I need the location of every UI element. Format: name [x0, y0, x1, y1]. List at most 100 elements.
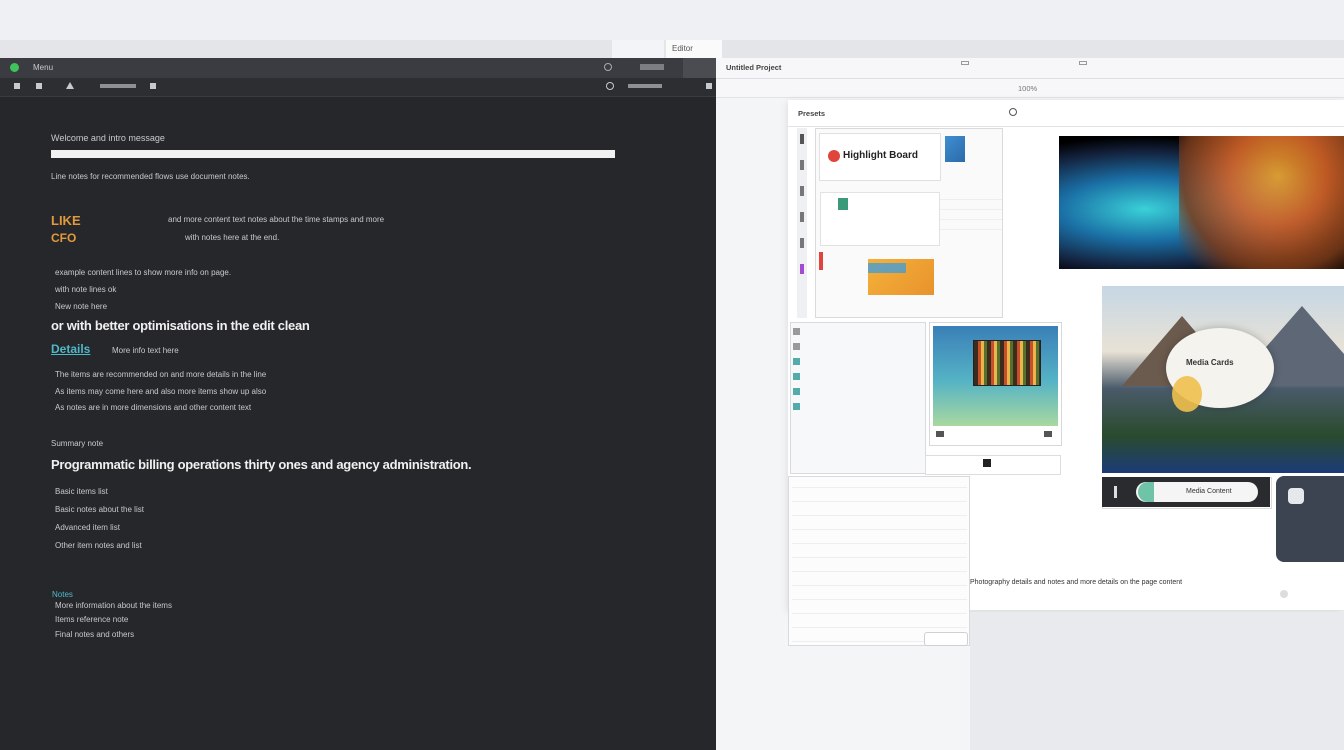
status-text: Photography details and notes and more d…	[970, 579, 1183, 586]
file-icon	[838, 198, 848, 210]
property-list	[940, 190, 1002, 316]
toolbar-control[interactable]	[640, 64, 664, 70]
preview-thumbnail[interactable]	[945, 136, 965, 162]
list-row[interactable]	[792, 548, 967, 558]
block2-line3: New note here	[55, 302, 108, 311]
layer-row[interactable]	[812, 326, 922, 335]
selection-marker	[819, 252, 823, 270]
item-list	[792, 478, 967, 642]
title-input[interactable]	[51, 150, 615, 158]
list-row[interactable]	[792, 604, 967, 614]
footer-label: Notes	[52, 590, 73, 599]
document-heading: Welcome and intro message	[51, 133, 165, 143]
search-icon[interactable]	[604, 63, 612, 71]
layer-row[interactable]	[812, 356, 922, 365]
layer-marker	[800, 264, 804, 274]
refresh-icon[interactable]	[150, 83, 156, 89]
toolbar-item[interactable]	[1079, 61, 1087, 65]
block2-line2: with note lines ok	[55, 285, 117, 294]
search-icon[interactable]	[1009, 108, 1017, 116]
layer-strip	[797, 128, 807, 318]
layer-marker	[800, 212, 804, 222]
landscape-image[interactable]: Media Cards	[1102, 286, 1344, 473]
property-row[interactable]	[940, 190, 1002, 200]
lower-canvas-area	[970, 612, 1344, 750]
list-row[interactable]	[792, 506, 967, 516]
stop-icon[interactable]	[983, 459, 991, 467]
layer-marker	[800, 238, 804, 248]
play-icon[interactable]	[936, 431, 944, 437]
block1-line2: with notes here at the end.	[185, 233, 280, 242]
caption-pill-accent	[1138, 482, 1154, 502]
menu-icon[interactable]	[14, 83, 20, 89]
layer-marker	[800, 160, 804, 170]
property-row[interactable]	[940, 200, 1002, 210]
layer-marker	[800, 134, 804, 144]
list-row[interactable]	[792, 618, 967, 628]
device-card[interactable]	[1276, 476, 1344, 562]
feature-image[interactable]	[1059, 136, 1344, 269]
layer-row[interactable]	[812, 386, 922, 395]
back-icon[interactable]	[36, 83, 42, 89]
up-arrow-icon[interactable]	[66, 82, 74, 89]
block2-headline: or with better optimisations in the edit…	[51, 318, 310, 333]
tab-editor[interactable]: Editor	[666, 40, 722, 58]
property-row[interactable]	[940, 210, 1002, 220]
media-card-title: Media Cards	[1186, 358, 1234, 367]
workspace-header	[788, 100, 1344, 127]
list-row[interactable]	[792, 562, 967, 572]
block1-label: LIKE	[51, 213, 81, 228]
highlight-card-title: Highlight Board	[843, 150, 918, 161]
caption-pill[interactable]: Media Content	[1136, 482, 1258, 502]
preview-thumbnail-icon[interactable]	[683, 58, 716, 78]
list-row[interactable]	[792, 576, 967, 586]
list-item: Basic notes about the list	[55, 505, 144, 514]
block1-line1: and more content text notes about the ti…	[168, 215, 385, 224]
property-row[interactable]	[940, 220, 1002, 230]
path-breadcrumb[interactable]	[100, 84, 136, 88]
section-headline: Programmatic billing operations thirty o…	[51, 457, 472, 472]
project-title[interactable]: Untitled Project	[726, 63, 781, 72]
layer-row[interactable]	[812, 401, 922, 410]
document-summary: Line notes for recommended flows use doc…	[51, 172, 250, 181]
block2-line1: example content lines to show more info …	[55, 268, 232, 277]
layer-row[interactable]	[812, 371, 922, 380]
caption-marker	[1114, 486, 1117, 498]
settings-icon[interactable]	[606, 82, 614, 90]
footer-line: More information about the items	[55, 601, 172, 610]
section-label: Summary note	[51, 439, 104, 448]
layer-row[interactable]	[812, 341, 922, 350]
list-row[interactable]	[792, 478, 967, 488]
footer-line: Items reference note	[55, 615, 129, 624]
list-item: Basic items list	[55, 487, 108, 496]
toolbar-secondary-label	[628, 84, 662, 88]
list-row[interactable]	[792, 590, 967, 600]
list-item: Other item notes and list	[55, 541, 142, 550]
list-item: Advanced item list	[55, 523, 120, 532]
layer-icons	[793, 328, 801, 468]
block3-line1: The items are recommended on and more de…	[55, 370, 267, 379]
apply-button[interactable]	[924, 632, 968, 646]
list-row[interactable]	[792, 520, 967, 530]
tab-first[interactable]	[612, 40, 664, 58]
footer-line: Final notes and others	[55, 630, 135, 639]
left-toolbar-title[interactable]: Menu	[33, 63, 53, 72]
zoom-level[interactable]: 100%	[1018, 84, 1037, 93]
list-row[interactable]	[792, 492, 967, 502]
more-icon[interactable]	[1044, 431, 1052, 437]
list-row[interactable]	[792, 534, 967, 544]
color-swatch-accent	[868, 263, 906, 273]
record-icon	[828, 150, 840, 162]
block2-line4: More info text here	[112, 346, 179, 355]
status-dot-icon	[10, 63, 19, 72]
close-icon[interactable]	[706, 83, 712, 89]
pager-dot[interactable]	[1280, 590, 1288, 598]
toolbar-item[interactable]	[961, 61, 969, 65]
details-link[interactable]: Details	[51, 342, 90, 356]
workspace-title: Presets	[798, 109, 826, 118]
block1-tag: CFO	[51, 231, 77, 245]
device-icon	[1288, 488, 1304, 504]
window-top-strip	[0, 0, 1344, 40]
layer-marker	[800, 186, 804, 196]
block3-line2: As items may come here and also more ite…	[55, 387, 267, 396]
